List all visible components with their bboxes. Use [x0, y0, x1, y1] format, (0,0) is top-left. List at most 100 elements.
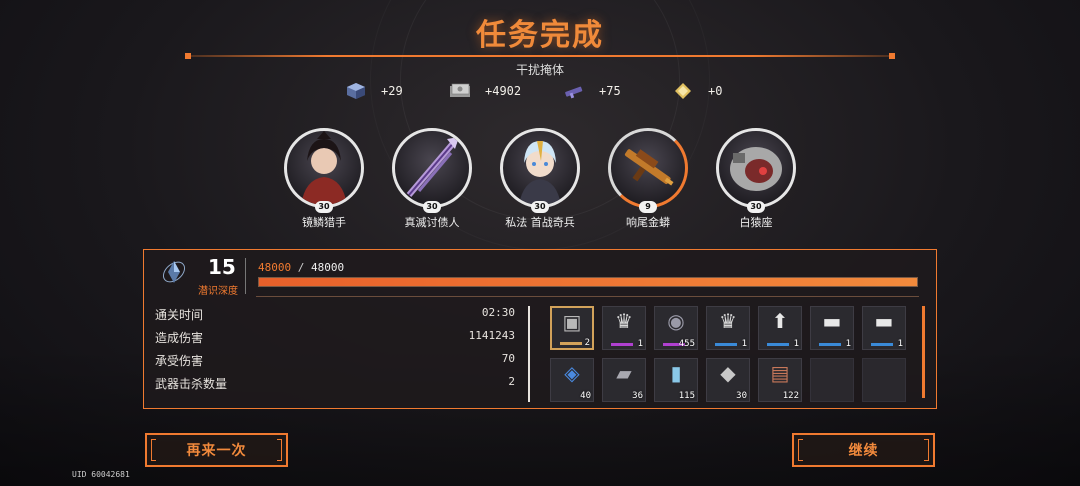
item-quantity: 1 — [741, 339, 747, 349]
character-portrait — [392, 128, 472, 208]
item-quantity: 1 — [793, 339, 799, 349]
rank-insignia-icon: ♛ — [615, 309, 633, 333]
grenade-icon: ◉ — [667, 309, 685, 333]
xp-current: 48000 — [258, 261, 292, 274]
stat-row: 承受伤害 70 — [155, 352, 515, 375]
rarity-bar — [715, 343, 737, 346]
page-title: 任务完成 — [476, 18, 604, 53]
results-panel: 15 潜识深度 48000 / 48000 通关时间 02:30 造成伤害 11… — [143, 249, 937, 409]
loot-item[interactable]: ♛ 1 — [706, 306, 750, 350]
depth-crystal-icon — [160, 258, 188, 286]
item-quantity: 30 — [736, 391, 747, 401]
character-level: 30 — [747, 201, 765, 213]
character-level: 9 — [639, 201, 657, 213]
character-card[interactable]: 30 真滅讨债人 — [377, 128, 487, 229]
loot-item[interactable]: ◉ 455 — [654, 306, 698, 350]
rank-insignia-icon: ♛ — [719, 309, 737, 333]
cube-material-icon — [345, 81, 367, 101]
rarity-bar — [871, 343, 893, 346]
rarity-bar — [560, 342, 582, 345]
rifle-icon: ▬ — [874, 309, 894, 333]
item-quantity: 122 — [782, 391, 799, 401]
panel-divider — [256, 296, 919, 297]
gold-crystal-icon — [672, 81, 694, 101]
loot-item[interactable]: ▤ 122 — [758, 358, 802, 402]
reward-value: +29 — [381, 84, 403, 98]
stat-row: 武器击杀数量 2 — [155, 375, 515, 398]
user-id: UID 60042681 — [72, 470, 130, 479]
stat-label: 武器击杀数量 — [155, 377, 228, 391]
character-name: 真滅讨债人 — [404, 216, 460, 229]
stat-value: 1141243 — [468, 329, 515, 342]
loot-item[interactable]: ▮ 115 — [654, 358, 698, 402]
reward-value: +4902 — [485, 84, 522, 98]
item-quantity: 455 — [678, 339, 695, 349]
battle-stats: 通关时间 02:30 造成伤害 1141243 承受伤害 70 武器击杀数量 2 — [155, 306, 515, 398]
loot-item[interactable]: ◆ 30 — [706, 358, 750, 402]
item-quantity: 1 — [845, 339, 851, 349]
xp-max: 48000 — [311, 261, 345, 274]
item-quantity: 115 — [678, 391, 695, 401]
loot-slot-empty — [810, 358, 854, 402]
blue-core-icon: ◈ — [564, 361, 580, 385]
item-quantity: 40 — [580, 391, 591, 401]
stat-row: 通关时间 02:30 — [155, 306, 515, 329]
canister-icon: ▮ — [670, 361, 682, 385]
retry-button[interactable]: 再来一次 — [145, 433, 288, 467]
character-portrait — [716, 128, 796, 208]
stat-value: 70 — [501, 352, 515, 365]
character-name: 私法 首战奇兵 — [505, 216, 575, 229]
stat-row: 造成伤害 1141243 — [155, 329, 515, 352]
loot-grid[interactable]: ▣ 2 ♛ 1 ◉ 455 ♛ 1 ⬆ 1 ▬ 1 ▬ 1 ◈ 40 ▰ 36 ▮ 115 ◆ 30 ▤ 122 — [550, 306, 920, 402]
reward-item: +75 — [563, 80, 621, 102]
character-card[interactable]: 30 白猿座 — [701, 128, 811, 229]
xp-progress-fill — [259, 278, 917, 286]
stage-name: 干扰掩体 — [515, 63, 564, 77]
loot-item[interactable]: ▬ 1 — [810, 306, 854, 350]
rarity-bar — [611, 343, 633, 346]
currency-bills-icon — [449, 81, 471, 101]
item-quantity: 2 — [584, 338, 590, 348]
character-card[interactable]: 9 响尾金蟒 — [593, 128, 703, 229]
continue-button[interactable]: 继续 — [792, 433, 935, 467]
loot-item[interactable]: ⬆ 1 — [758, 306, 802, 350]
loot-item[interactable]: ♛ 1 — [602, 306, 646, 350]
character-card[interactable]: 30 私法 首战奇兵 — [485, 128, 595, 229]
item-quantity: 1 — [637, 339, 643, 349]
reward-item: +0 — [672, 80, 722, 102]
character-level: 30 — [423, 201, 441, 213]
reward-item: +4902 — [449, 80, 521, 102]
armor-module-icon: ▣ — [562, 310, 582, 334]
loot-item[interactable]: ▰ 36 — [602, 358, 646, 402]
character-name: 镜鳞猎手 — [302, 216, 346, 229]
gun-part-icon — [563, 81, 585, 101]
rarity-bar — [819, 343, 841, 346]
character-portrait — [608, 128, 688, 208]
depth-label: 潜识深度 — [198, 286, 238, 297]
depth-value: 15 — [208, 255, 236, 279]
rocket-icon: ⬆ — [771, 309, 789, 333]
stat-label: 通关时间 — [155, 308, 204, 322]
loot-scrollbar[interactable] — [922, 306, 925, 398]
item-quantity: 36 — [632, 391, 643, 401]
loot-slot-empty — [862, 358, 906, 402]
metal-plate-icon: ▰ — [616, 361, 632, 385]
character-portrait — [284, 128, 364, 208]
item-quantity: 1 — [897, 339, 903, 349]
reward-value: +0 — [708, 84, 723, 98]
character-card[interactable]: 30 镜鳞猎手 — [269, 128, 379, 229]
character-level: 30 — [315, 201, 333, 213]
character-portrait — [500, 128, 580, 208]
card-pack-icon: ▤ — [770, 361, 790, 385]
stat-label: 承受伤害 — [155, 354, 204, 368]
rewards-row: +29 +4902 +75 +0 — [0, 80, 1080, 102]
loot-item[interactable]: ▬ 1 — [862, 306, 906, 350]
stats-divider — [528, 306, 530, 402]
rifle-icon: ▬ — [822, 309, 842, 333]
title-divider — [185, 53, 895, 59]
steel-sheet-icon: ◆ — [720, 361, 736, 385]
reward-value: +75 — [599, 84, 621, 98]
loot-item[interactable]: ◈ 40 — [550, 358, 594, 402]
loot-item[interactable]: ▣ 2 — [550, 306, 594, 350]
character-name: 响尾金蟒 — [626, 216, 670, 229]
